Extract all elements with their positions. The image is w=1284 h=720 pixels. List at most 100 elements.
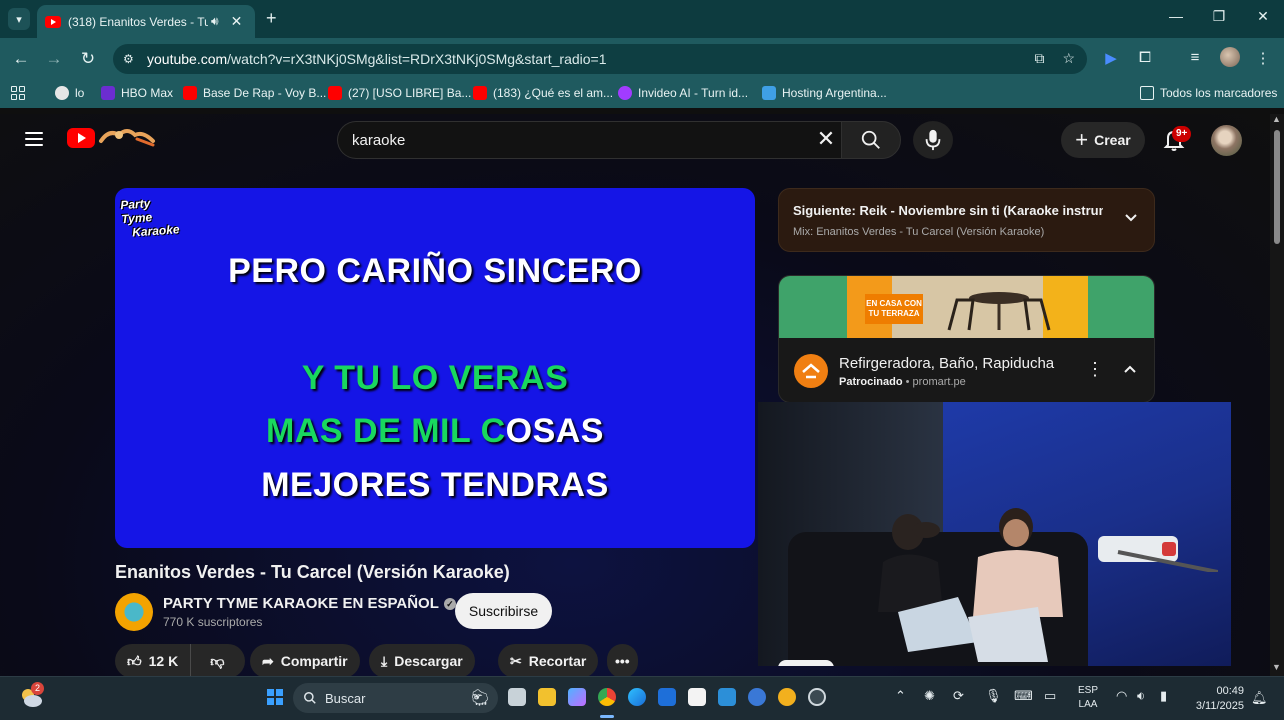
video-player[interactable]: Party Tyme Karaoke PERO CARIÑO SINCERO Y… bbox=[115, 188, 755, 548]
bookmark-item[interactable]: HBO Max bbox=[101, 86, 173, 100]
up-next-mix: Mix: Enanitos Verdes - Tu Carcel (Versió… bbox=[793, 226, 1045, 238]
install-app-icon[interactable]: ⧉ bbox=[1034, 50, 1044, 67]
zoom-icon[interactable] bbox=[658, 688, 676, 706]
bookmark-item[interactable]: lo bbox=[55, 86, 84, 100]
webcam-person bbox=[968, 508, 1063, 662]
tray-overflow-chevron-icon[interactable]: ⌃ bbox=[895, 688, 906, 704]
chrome-menu-icon[interactable]: ⋮ bbox=[1252, 49, 1274, 67]
edge-icon[interactable] bbox=[628, 688, 646, 706]
close-window-button[interactable]: ✕ bbox=[1248, 8, 1278, 25]
input-language[interactable]: ESP LAA bbox=[1078, 684, 1098, 712]
search-input[interactable] bbox=[352, 122, 792, 158]
tab-search-chevron-icon[interactable]: ▾ bbox=[8, 8, 30, 30]
browser-tab[interactable]: (318) Enanitos Verdes - Tu C 🔊︎ ✕ bbox=[37, 5, 255, 38]
webcam-lamp bbox=[1098, 536, 1218, 572]
back-arrow-icon[interactable]: ← bbox=[10, 49, 32, 69]
youtube-bookmark-icon bbox=[183, 86, 197, 100]
extensions-puzzle-icon[interactable]: ⧠ bbox=[1134, 49, 1156, 66]
search-button[interactable] bbox=[841, 121, 901, 159]
speaker-icon[interactable]: 🔊︎ bbox=[211, 14, 219, 29]
extension-colab-icon[interactable]: ▶ bbox=[1100, 49, 1122, 67]
tray-keyboard-icon[interactable]: ⌨ bbox=[1014, 688, 1033, 704]
system-clock[interactable]: 00:49 3/11/2025 bbox=[1188, 684, 1244, 714]
all-bookmarks-button[interactable]: Todos los marcadores bbox=[1140, 86, 1277, 100]
clear-search-icon[interactable]: ✕ bbox=[814, 127, 838, 151]
volume-icon[interactable]: 🔉︎ bbox=[1137, 688, 1145, 704]
subscribe-button[interactable]: Suscribirse bbox=[455, 593, 552, 629]
ad-banner-image[interactable]: EN CASA CON TU TERRAZA bbox=[779, 276, 1154, 338]
chevron-up-icon[interactable] bbox=[1122, 362, 1138, 378]
maximize-button[interactable]: ❐ bbox=[1204, 8, 1234, 25]
app-icon[interactable] bbox=[718, 688, 736, 706]
lyric-line-2: Y TU LO VERAS bbox=[301, 359, 569, 397]
scrollbar-thumb[interactable] bbox=[1274, 130, 1280, 244]
obs-icon[interactable] bbox=[808, 688, 826, 706]
clip-button[interactable]: ✂ Recortar bbox=[498, 644, 599, 678]
notifications-icon[interactable]: 🔔︎ bbox=[1251, 690, 1268, 706]
subscriber-count: 770 K suscriptores bbox=[163, 615, 263, 629]
patio-furniture-image bbox=[947, 292, 1051, 331]
task-view-icon[interactable] bbox=[508, 688, 526, 706]
up-next-panel[interactable]: Siguiente: Reik - Noviembre sin ti (Kara… bbox=[778, 188, 1155, 252]
dislike-button[interactable]: 👎︎ bbox=[198, 653, 236, 670]
chrome-taskbar-icon[interactable] bbox=[598, 688, 616, 706]
site-settings-icon[interactable]: ⚙ bbox=[123, 52, 137, 66]
wifi-icon[interactable]: ◠ bbox=[1116, 688, 1127, 704]
tray-microphone-icon[interactable]: 🎙︎ bbox=[985, 688, 1002, 704]
bookmark-item[interactable]: Invideo AI - Turn id... bbox=[618, 86, 748, 100]
ad-title[interactable]: Refirgeradora, Baño, Rapiducha bbox=[839, 355, 1054, 372]
bookmark-item[interactable]: (183) ¿Qué es el am... bbox=[473, 86, 613, 100]
bookmark-item[interactable]: Hosting Argentina... bbox=[762, 86, 887, 100]
share-button[interactable]: ➦ Compartir bbox=[250, 644, 360, 678]
copilot-icon[interactable] bbox=[568, 688, 586, 706]
scroll-down-arrow-icon[interactable]: ▼ bbox=[1272, 662, 1281, 672]
minimize-button[interactable]: — bbox=[1161, 8, 1191, 24]
bookmark-star-icon[interactable]: ☆ bbox=[1062, 50, 1075, 67]
sponsored-ad-card[interactable]: EN CASA CON TU TERRAZA Refirgeradora, Ba… bbox=[778, 275, 1155, 403]
notifications-badge: 9+ bbox=[1172, 126, 1192, 142]
file-explorer-icon[interactable] bbox=[538, 688, 556, 706]
search-box[interactable] bbox=[337, 121, 841, 159]
new-tab-button[interactable]: + bbox=[266, 8, 277, 29]
channel-avatar[interactable] bbox=[115, 593, 153, 631]
battery-icon[interactable]: ▮ bbox=[1160, 688, 1167, 704]
thumbs-down-icon: 👎︎ bbox=[210, 652, 225, 669]
account-avatar[interactable] bbox=[1211, 125, 1242, 156]
video-title: Enanitos Verdes - Tu Carcel (Versión Kar… bbox=[115, 562, 510, 582]
apps-grid-icon[interactable] bbox=[11, 86, 25, 100]
voice-search-button[interactable] bbox=[913, 121, 953, 159]
tab-close-icon[interactable]: ✕ bbox=[231, 13, 243, 30]
promart-logo bbox=[794, 354, 828, 388]
create-button[interactable]: + Crear bbox=[1061, 122, 1145, 158]
url-text[interactable]: youtube.com/watch?v=rX3tNKj0SMg&list=RDr… bbox=[147, 51, 607, 67]
like-button[interactable]: 👍︎ 12 K bbox=[115, 644, 192, 678]
store-icon[interactable] bbox=[688, 688, 706, 706]
hp-icon[interactable] bbox=[748, 688, 766, 706]
chrome-profile-avatar[interactable] bbox=[1220, 47, 1240, 67]
tray-sync-icon[interactable]: ⟳ bbox=[953, 688, 964, 704]
reload-icon[interactable]: ↻ bbox=[77, 49, 99, 69]
youtube-doodle-icon[interactable] bbox=[97, 125, 157, 149]
download-button[interactable]: ⤓ Descargar bbox=[369, 644, 475, 678]
scroll-up-arrow-icon[interactable]: ▲ bbox=[1272, 114, 1281, 124]
more-actions-button[interactable]: ••• bbox=[607, 644, 638, 678]
tray-display-icon[interactable]: ▭ bbox=[1044, 688, 1056, 704]
taskbar-search[interactable]: Buscar 🐑︎ bbox=[293, 683, 498, 713]
menu-icon[interactable] bbox=[25, 132, 43, 146]
address-bar[interactable]: ⚙ youtube.com/watch?v=rX3tNKj0SMg&list=R… bbox=[113, 44, 1087, 74]
bookmark-item[interactable]: (27) [USO LIBRE] Ba... bbox=[328, 86, 471, 100]
search-icon bbox=[861, 130, 880, 149]
youtube-logo[interactable] bbox=[67, 128, 95, 148]
ad-more-options-icon[interactable]: ⋮ bbox=[1086, 360, 1104, 378]
channel-name[interactable]: PARTY TYME KARAOKE EN ESPAÑOL ✓ bbox=[163, 595, 456, 612]
globe-icon bbox=[55, 86, 69, 100]
start-button[interactable] bbox=[267, 689, 283, 705]
lyric-line-3: MAS DE MIL COSAS bbox=[266, 412, 604, 450]
bookmark-item[interactable]: Base De Rap - Voy B... bbox=[183, 86, 326, 100]
forward-arrow-icon[interactable]: → bbox=[43, 49, 65, 69]
app-coin-icon[interactable] bbox=[778, 688, 796, 706]
chevron-down-icon[interactable] bbox=[1123, 209, 1139, 225]
verified-check-icon: ✓ bbox=[443, 598, 456, 610]
media-controls-icon[interactable]: ≡ bbox=[1184, 49, 1206, 66]
tray-app-icon[interactable]: ✺ bbox=[924, 688, 935, 704]
